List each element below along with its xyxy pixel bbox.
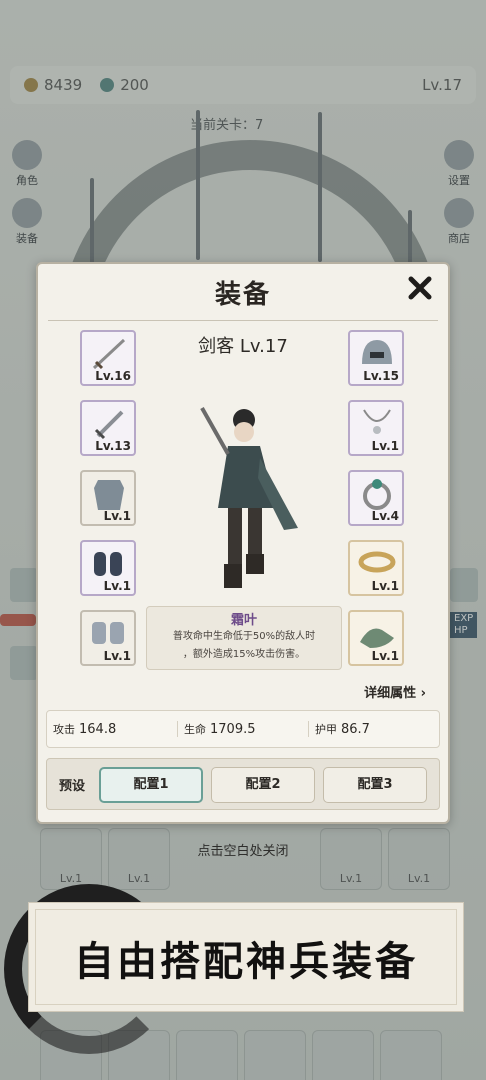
boots-icon [360, 628, 394, 648]
preset-label: 预设 [59, 779, 86, 794]
hero-portrait [200, 407, 298, 588]
bracelet-icon [358, 551, 396, 573]
equip-slot-boots[interactable]: Lv.1 [348, 610, 404, 666]
skill-name: 霜叶 [230, 613, 257, 628]
equip-slot-gloves[interactable]: Lv.1 [80, 540, 136, 596]
skill-desc-line2: ，额外造成15%攻击伤害。 [182, 649, 306, 660]
dagger-icon [94, 410, 124, 440]
preset-button-3[interactable]: 配置3 [323, 767, 427, 803]
gloves-icon [94, 552, 122, 576]
helmet-icon [362, 340, 392, 364]
preset-bar: 预设 配置1 配置2 配置3 [46, 758, 440, 810]
equip-slot-armor[interactable]: Lv.1 [80, 470, 136, 526]
equip-slot-necklace[interactable]: Lv.1 [348, 400, 404, 456]
equip-slot-offhand[interactable]: Lv.13 [80, 400, 136, 456]
preset-button-1[interactable]: 配置1 [99, 767, 203, 803]
equip-slot-ring[interactable]: Lv.4 [348, 470, 404, 526]
gauntlet-icon [92, 622, 124, 644]
ring-icon [363, 479, 391, 510]
detail-attributes-link[interactable]: 详细属性 › [364, 682, 426, 701]
equip-slot-gauntlet[interactable]: Lv.1 [80, 610, 136, 666]
promo-banner: 自由搭配神兵装备 [28, 902, 464, 1012]
title-divider [48, 320, 438, 321]
stat-hp: 生命 1709.5 [178, 721, 309, 737]
close-hint: 点击空白处关闭 [197, 844, 289, 859]
stats-bar: 攻击 164.8 生命 1709.5 护甲 86.7 [46, 710, 440, 748]
skill-desc-line1: 普攻命中生命低于50%的敌人时 [172, 631, 316, 642]
preset-button-2[interactable]: 配置2 [211, 767, 315, 803]
stat-attack: 攻击 164.8 [47, 721, 178, 737]
armor-icon [94, 480, 124, 510]
equipment-modal: 装备 剑客 Lv.17 Lv.16 Lv.13 Lv.1 Lv.1 Lv.1 L… [36, 262, 450, 824]
equip-slot-bracelet[interactable]: Lv.1 [348, 540, 404, 596]
equip-slot-helmet[interactable]: Lv.15 [348, 330, 404, 386]
sword-icon [92, 338, 126, 370]
equip-slot-weapon[interactable]: Lv.16 [80, 330, 136, 386]
close-icon[interactable] [406, 274, 434, 302]
skill-description: 霜叶 普攻命中生命低于50%的敌人时 ，额外造成15%攻击伤害。 [146, 606, 342, 670]
stat-armor: 护甲 86.7 [315, 722, 370, 737]
necklace-icon [363, 409, 391, 434]
banner-text: 自由搭配神兵装备 [74, 938, 418, 985]
modal-title: 装备 [214, 280, 271, 310]
